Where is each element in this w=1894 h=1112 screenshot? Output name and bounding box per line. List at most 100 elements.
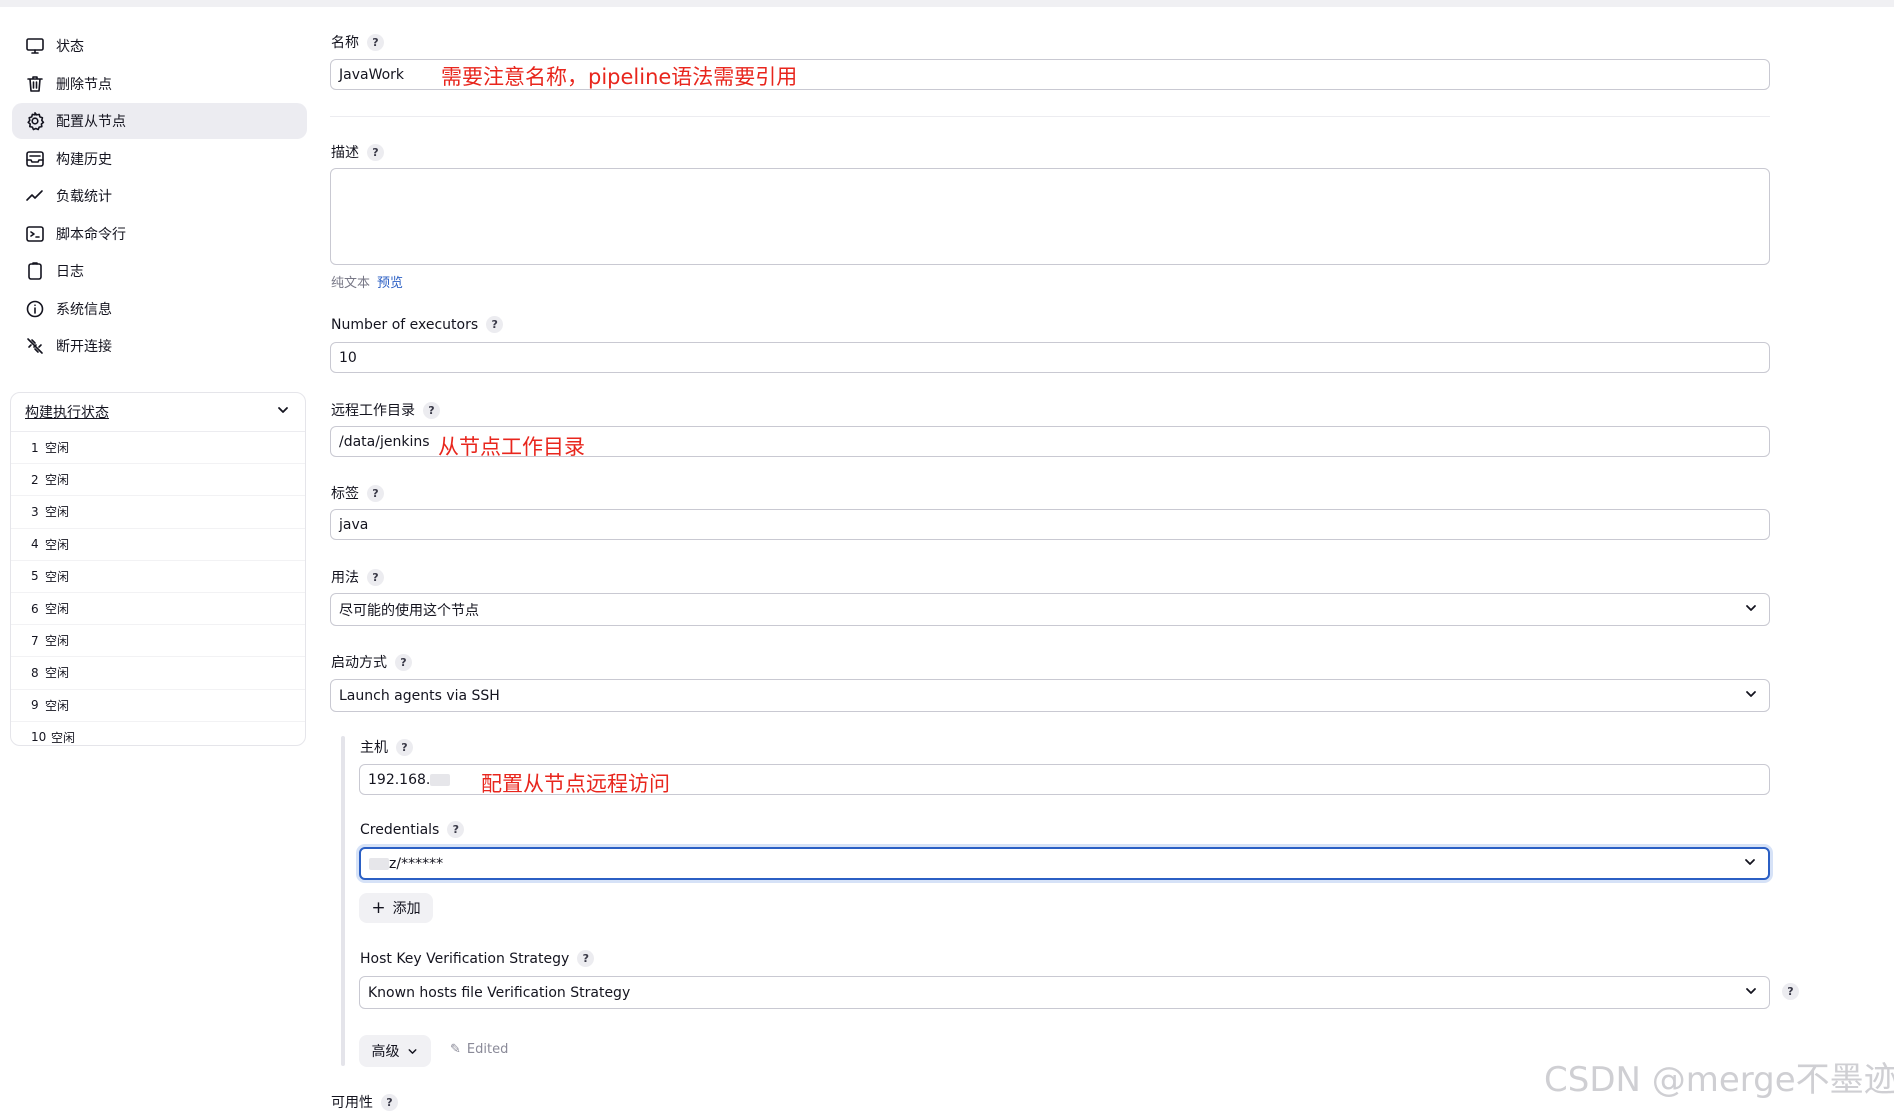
- executors-label-text: Number of executors: [331, 316, 479, 333]
- description-label-text: 描述: [331, 145, 359, 161]
- executor-status: 空闲: [45, 666, 70, 681]
- credentials-label-text: Credentials: [360, 821, 440, 838]
- chevron-down-icon: [1743, 983, 1759, 1003]
- format-preview-link[interactable]: 预览: [377, 272, 403, 291]
- help-icon[interactable]: ?: [367, 143, 384, 161]
- help-icon[interactable]: ?: [395, 653, 412, 671]
- sidebar-item-label: 断开连接: [56, 339, 112, 355]
- host-key-select-value: Known hosts file Verification Strategy: [368, 984, 631, 1001]
- executor-status: 空闲: [45, 505, 70, 520]
- sidebar-item-label: 系统信息: [56, 301, 112, 318]
- executor-status: 空闲: [45, 473, 70, 488]
- pencil-icon: ✎: [450, 1042, 461, 1057]
- usage-label-text: 用法: [331, 570, 359, 586]
- launch-select[interactable]: Launch agents via SSH: [330, 679, 1770, 712]
- host-key-label: Host Key Verification Strategy ?: [360, 950, 595, 967]
- sidebar-item-configure-node[interactable]: 配置从节点: [12, 103, 307, 139]
- name-annotation: 需要注意名称，pipeline语法需要引用: [441, 65, 798, 89]
- help-icon[interactable]: ?: [577, 950, 595, 967]
- description-textarea[interactable]: [330, 168, 1770, 265]
- executor-number: 5: [31, 569, 39, 584]
- executors-input[interactable]: 10: [330, 342, 1770, 373]
- usage-select-value: 尽可能的使用这个节点: [339, 602, 479, 619]
- help-icon[interactable]: ?: [367, 484, 384, 502]
- executor-number: 1: [31, 440, 39, 455]
- executor-status: 空闲: [45, 698, 70, 713]
- executor-number: 9: [31, 698, 39, 713]
- executor-row: 3 空闲: [11, 496, 305, 529]
- credentials-select[interactable]: z/******: [359, 847, 1770, 880]
- labels-input[interactable]: java: [330, 509, 1770, 540]
- help-icon[interactable]: ?: [447, 821, 465, 838]
- launch-select-value: Launch agents via SSH: [339, 687, 500, 704]
- host-key-select[interactable]: Known hosts file Verification Strategy: [359, 976, 1770, 1009]
- description-format: 纯文本 预览: [331, 272, 403, 291]
- remote-dir-label: 远程工作目录 ?: [331, 400, 440, 420]
- sidebar-item-delete-node[interactable]: 删除节点: [12, 66, 307, 102]
- add-credentials-label: 添加: [392, 901, 421, 917]
- sidebar-item-disconnect[interactable]: 断开连接: [12, 328, 307, 364]
- usage-label: 用法 ?: [331, 567, 384, 587]
- help-icon[interactable]: ?: [367, 33, 384, 51]
- executors-input-value: 10: [339, 349, 357, 366]
- executor-row: 4 空闲: [11, 529, 305, 561]
- history-icon: [24, 148, 46, 170]
- chevron-down-icon: [1742, 854, 1758, 874]
- executor-status: 空闲: [45, 441, 70, 456]
- trash-icon: [24, 73, 46, 95]
- availability-label: 可用性 ?: [331, 1092, 398, 1112]
- help-icon[interactable]: ?: [367, 568, 384, 586]
- usage-select[interactable]: 尽可能的使用这个节点: [330, 593, 1770, 626]
- executor-number: 2: [31, 472, 39, 487]
- executor-row: 6 空闲: [11, 593, 305, 626]
- executor-status: 空闲: [45, 569, 70, 584]
- labels-label: 标签 ?: [331, 483, 384, 503]
- executor-status: 空闲: [45, 537, 70, 552]
- executor-number: 8: [31, 665, 39, 680]
- help-icon[interactable]: ?: [1782, 983, 1799, 1000]
- executor-panel-header[interactable]: 构建执行状态: [11, 393, 305, 432]
- advanced-button[interactable]: 高级: [359, 1035, 431, 1067]
- disconnect-icon: [24, 335, 46, 357]
- remote-dir-annotation: 从节点工作目录: [438, 435, 585, 459]
- sidebar-item-status[interactable]: 状态: [12, 28, 307, 64]
- help-icon[interactable]: ?: [381, 1093, 398, 1111]
- executor-number: 3: [31, 504, 39, 519]
- launch-label: 启动方式 ?: [331, 652, 412, 672]
- executor-number: 10: [31, 730, 47, 745]
- sidebar: 状态 删除节点 配置从节点 构建历史 负载统计 脚本命令行 日志 系统信息 断开…: [12, 28, 307, 366]
- advanced-label: 高级: [371, 1044, 400, 1060]
- sidebar-item-label: 脚本命令行: [56, 226, 126, 243]
- name-input-value: JavaWork: [339, 66, 405, 83]
- sidebar-item-load-stats[interactable]: 负载统计: [12, 178, 307, 214]
- host-key-label-text: Host Key Verification Strategy: [360, 950, 570, 967]
- add-credentials-button[interactable]: + 添加: [359, 893, 433, 923]
- help-icon[interactable]: ?: [486, 316, 504, 333]
- help-icon[interactable]: ?: [396, 738, 413, 756]
- host-annotation: 配置从节点远程访问: [481, 772, 670, 796]
- chevron-down-icon: [1743, 600, 1759, 620]
- chevron-down-icon[interactable]: [275, 402, 291, 422]
- executor-panel-title[interactable]: 构建执行状态: [25, 402, 109, 422]
- executors-label: Number of executors ?: [331, 316, 504, 333]
- executor-row: 2 空闲: [11, 464, 305, 497]
- clipboard-icon: [24, 260, 46, 282]
- credentials-label: Credentials ?: [360, 821, 465, 838]
- sidebar-item-label: 负载统计: [56, 189, 112, 205]
- sidebar-item-label: 构建历史: [56, 151, 112, 168]
- chevron-down-icon: [1743, 686, 1759, 706]
- sidebar-item-system-info[interactable]: 系统信息: [12, 291, 307, 327]
- format-plain-text: 纯文本: [331, 276, 371, 291]
- sidebar-item-label: 删除节点: [56, 76, 112, 93]
- sidebar-item-log[interactable]: 日志: [12, 253, 307, 289]
- remote-dir-label-text: 远程工作目录: [331, 403, 415, 419]
- labels-input-value: java: [339, 516, 369, 533]
- sidebar-item-build-history[interactable]: 构建历史: [12, 141, 307, 177]
- terminal-icon: [24, 223, 46, 245]
- sidebar-item-script-console[interactable]: 脚本命令行: [12, 216, 307, 252]
- watermark: CSDN @merge不墨迹: [1544, 1060, 1894, 1100]
- host-label-text: 主机: [360, 740, 388, 756]
- description-label: 描述 ?: [331, 142, 384, 162]
- sidebar-item-label: 日志: [56, 264, 84, 280]
- help-icon[interactable]: ?: [423, 401, 440, 419]
